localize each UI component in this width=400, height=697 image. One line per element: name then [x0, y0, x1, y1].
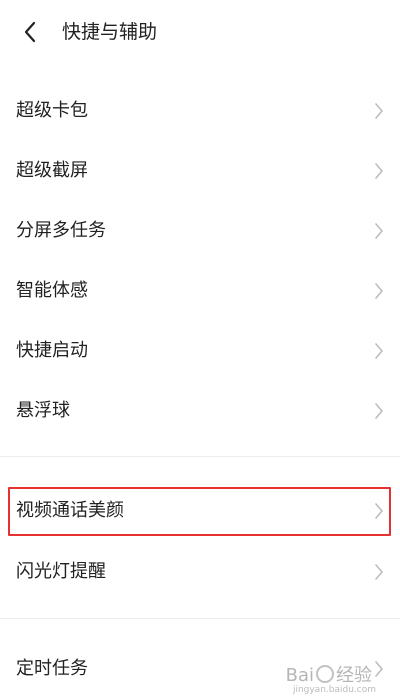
chevron-right-icon — [374, 282, 384, 300]
settings-item-label: 闪光灯提醒 — [16, 561, 106, 582]
section-divider — [0, 618, 400, 619]
settings-item-super-card[interactable]: 超级卡包 — [0, 82, 400, 140]
back-button[interactable] — [12, 14, 48, 50]
settings-item-split-screen[interactable]: 分屏多任务 — [0, 202, 400, 260]
settings-item-floating-ball[interactable]: 悬浮球 — [0, 382, 400, 440]
chevron-right-icon — [374, 342, 384, 360]
page-title: 快捷与辅助 — [62, 21, 158, 43]
settings-item-label: 超级截屏 — [16, 160, 88, 181]
settings-item-flash-reminder[interactable]: 闪光灯提醒 — [0, 543, 400, 601]
chevron-right-icon — [374, 222, 384, 240]
settings-screen: 快捷与辅助 超级卡包 超级截屏 分屏多任务 智能体感 快捷启动 悬浮球 视频通话… — [0, 0, 400, 697]
chevron-right-icon — [374, 402, 384, 420]
chevron-right-icon — [374, 162, 384, 180]
header-bar: 快捷与辅助 — [0, 0, 400, 64]
settings-item-label: 超级卡包 — [16, 100, 88, 121]
settings-item-quick-launch[interactable]: 快捷启动 — [0, 322, 400, 380]
chevron-right-icon — [374, 102, 384, 120]
back-arrow-icon — [24, 21, 36, 43]
section-divider — [0, 456, 400, 457]
settings-item-super-screenshot[interactable]: 超级截屏 — [0, 142, 400, 200]
settings-item-label: 智能体感 — [16, 280, 88, 301]
settings-item-label: 悬浮球 — [16, 400, 70, 421]
watermark-url: jingyan.baidu.com — [292, 685, 376, 695]
settings-item-label: 分屏多任务 — [16, 220, 106, 241]
settings-item-label: 视频通话美颜 — [16, 500, 124, 521]
settings-item-label: 快捷启动 — [16, 340, 88, 361]
chevron-right-icon — [374, 563, 384, 581]
watermark-text-left: Bai — [285, 665, 314, 686]
settings-item-smart-motion[interactable]: 智能体感 — [0, 262, 400, 320]
settings-item-video-call-beauty[interactable]: 视频通话美颜 — [0, 482, 400, 540]
watermark-text-right: 经验 — [336, 665, 372, 686]
chevron-right-icon — [374, 502, 384, 520]
baidu-paw-icon — [316, 665, 334, 683]
baidu-watermark: Bai 经验 — [286, 661, 372, 687]
chevron-right-icon — [374, 660, 384, 678]
settings-item-label: 定时任务 — [16, 658, 88, 679]
